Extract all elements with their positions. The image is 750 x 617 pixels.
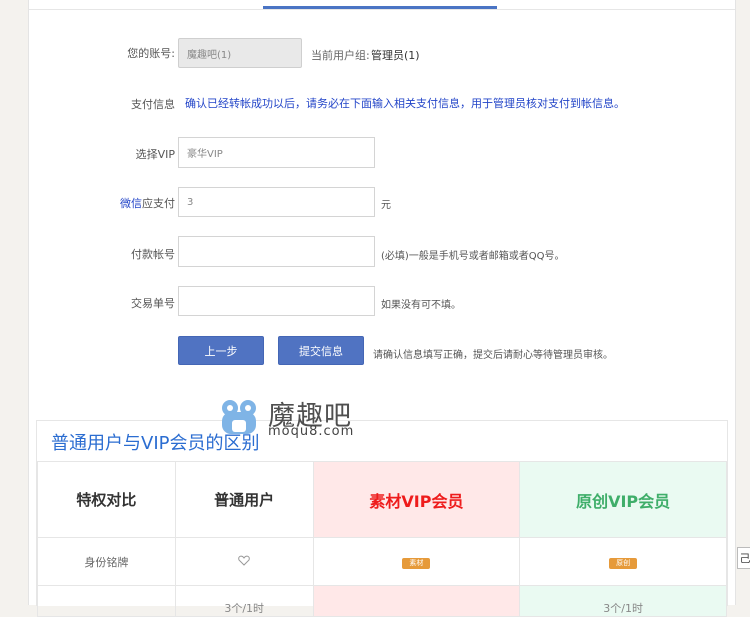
row-label-identity: 身份铭牌: [37, 537, 176, 586]
group-label: 当前用户组:: [311, 49, 370, 62]
submit-button[interactable]: 提交信息: [278, 336, 364, 365]
amount-field: 3: [178, 187, 375, 217]
original-vip-badge: 原创: [609, 557, 638, 569]
trade-no-label: 交易单号: [131, 297, 175, 310]
pay-account-input[interactable]: [178, 236, 375, 267]
vip-label: 选择VIP: [135, 148, 175, 161]
pay-info-notice: 确认已经转帐成功以后，请务必在下面输入相关支付信息，用于管理员核对支付到帐信息。: [185, 97, 625, 110]
pay-info-label: 支付信息: [131, 98, 175, 111]
tab-bar-divider: [29, 9, 735, 10]
submit-hint: 请确认信息填写正确，提交后请耐心等待管理员审核。: [373, 350, 613, 361]
watermark-domain: moqu8.com: [268, 424, 355, 439]
normal-user-badge-cell: [174, 537, 314, 586]
header-normal-user: 普通用户: [174, 461, 314, 538]
pay-account-label: 付款帐号: [131, 248, 175, 261]
amount-unit: 元: [381, 200, 391, 211]
site-watermark: 魔趣吧 moqu8.com: [218, 396, 353, 443]
table-row-partial-label: [37, 585, 176, 617]
trade-no-hint: 如果没有可不填。: [381, 300, 461, 311]
partial-normal-cell: 3个/1时: [174, 585, 314, 617]
wechat-method-label: 微信: [120, 197, 142, 210]
original-vip-badge-cell: 原创: [519, 537, 727, 586]
header-feature: 特权对比: [37, 461, 176, 538]
amount-label-group: 微信应支付: [100, 195, 175, 211]
comparison-table: 特权对比 普通用户 素材VIP会员 原创VIP会员 身份铭牌 素材 原创 3个/…: [37, 461, 727, 617]
side-float-button[interactable]: 己: [737, 547, 750, 569]
header-material-vip: 素材VIP会员: [312, 461, 521, 538]
account-label: 您的账号:: [127, 47, 175, 60]
prev-step-button[interactable]: 上一步: [178, 336, 264, 365]
trade-no-input[interactable]: [178, 286, 375, 316]
heart-outline-icon: [238, 555, 250, 566]
partial-material-cell: [312, 585, 521, 617]
tab-active-indicator[interactable]: [263, 6, 497, 9]
material-vip-badge-cell: 素材: [312, 537, 521, 586]
vip-comparison-section: 普通用户与VIP会员的区别 特权对比 普通用户 素材VIP会员 原创VIP会员 …: [36, 420, 728, 617]
pay-account-hint: (必填)一般是手机号或者邮箱或者QQ号。: [381, 251, 565, 262]
account-field: 魔趣吧(1): [178, 38, 302, 68]
amount-label: 应支付: [142, 197, 175, 210]
moqu-logo-icon: [222, 400, 256, 434]
partial-original-cell: 3个/1时: [519, 585, 727, 617]
material-vip-badge: 素材: [402, 557, 431, 569]
header-original-vip: 原创VIP会员: [519, 461, 727, 538]
vip-select[interactable]: 豪华VIP: [178, 137, 375, 168]
group-value: 管理员(1): [371, 49, 420, 62]
